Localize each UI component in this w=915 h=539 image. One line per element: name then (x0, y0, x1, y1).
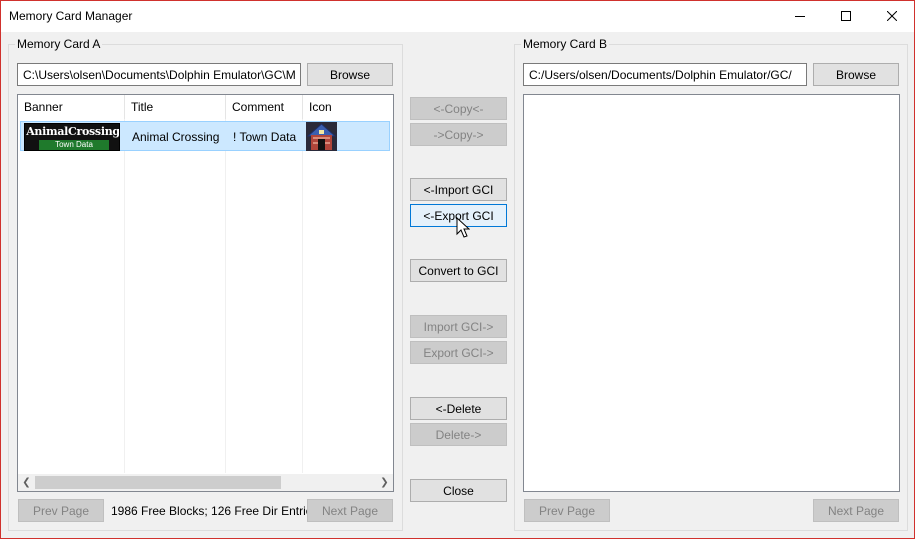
card-a-browse-button[interactable]: Browse (307, 63, 393, 86)
import-gci-to-a-button[interactable]: <-Import GCI (410, 178, 507, 201)
banner-subtitle-text: Town Data (39, 140, 109, 150)
card-b-browse-button[interactable]: Browse (813, 63, 899, 86)
column-divider (124, 119, 125, 473)
column-divider (225, 119, 226, 473)
copy-to-b-button[interactable]: ->Copy-> (410, 123, 507, 146)
horizontal-scrollbar[interactable]: ❮ ❯ (18, 474, 393, 491)
card-a-prev-page-button[interactable]: Prev Page (18, 499, 104, 522)
card-b-file-list[interactable] (523, 94, 900, 492)
memory-card-b-label: Memory Card B (521, 37, 610, 51)
column-header-banner[interactable]: Banner (18, 95, 125, 119)
card-a-next-page-button[interactable]: Next Page (307, 499, 393, 522)
column-header-comment[interactable]: Comment (226, 95, 303, 119)
card-b-prev-page-button[interactable]: Prev Page (524, 499, 610, 522)
close-icon (887, 11, 897, 21)
row-title: Animal Crossing (132, 130, 220, 144)
row-comment: ! Town Data (233, 130, 297, 144)
delete-from-b-button[interactable]: Delete-> (410, 423, 507, 446)
scroll-thumb[interactable] (35, 476, 281, 489)
table-row[interactable]: AnimalCrossing Town Data Animal Crossing… (20, 121, 390, 151)
list-header: Banner Title Comment Icon (18, 95, 393, 119)
scroll-left-icon[interactable]: ❮ (18, 474, 35, 491)
card-a-free-space-status: 1986 Free Blocks; 126 Free Dir Entries (111, 504, 319, 518)
copy-to-a-button[interactable]: <-Copy<- (410, 97, 507, 120)
minimize-icon (795, 16, 805, 17)
window-title: Memory Card Manager (9, 9, 133, 23)
scroll-right-icon[interactable]: ❯ (376, 474, 393, 491)
column-divider (302, 119, 303, 473)
maximize-icon (841, 11, 851, 21)
title-bar: Memory Card Manager (1, 1, 914, 32)
card-a-file-list[interactable]: Banner Title Comment Icon AnimalCrossing… (17, 94, 394, 492)
card-b-next-page-button[interactable]: Next Page (813, 499, 899, 522)
delete-from-a-button[interactable]: <-Delete (410, 397, 507, 420)
column-header-title[interactable]: Title (125, 95, 226, 119)
save-banner-image: AnimalCrossing Town Data (24, 123, 120, 151)
card-a-path-input[interactable]: C:\Users\olsen\Documents\Dolphin Emulato… (17, 63, 301, 86)
export-gci-from-b-button[interactable]: Export GCI-> (410, 341, 507, 364)
banner-title-text: AnimalCrossing (26, 125, 120, 138)
maximize-button[interactable] (823, 1, 869, 32)
import-gci-to-b-button[interactable]: Import GCI-> (410, 315, 507, 338)
memory-card-manager-window: Memory Card Manager Memory Card A C:\Use… (0, 0, 915, 539)
house-icon (306, 122, 337, 151)
close-window-button[interactable] (869, 1, 915, 32)
minimize-button[interactable] (777, 1, 823, 32)
close-button[interactable]: Close (410, 479, 507, 502)
memory-card-a-label: Memory Card A (15, 37, 103, 51)
mouse-cursor-icon (456, 217, 470, 238)
convert-to-gci-button[interactable]: Convert to GCI (410, 259, 507, 282)
column-header-icon[interactable]: Icon (303, 95, 393, 119)
card-b-path-input[interactable]: C:/Users/olsen/Documents/Dolphin Emulato… (523, 63, 807, 86)
